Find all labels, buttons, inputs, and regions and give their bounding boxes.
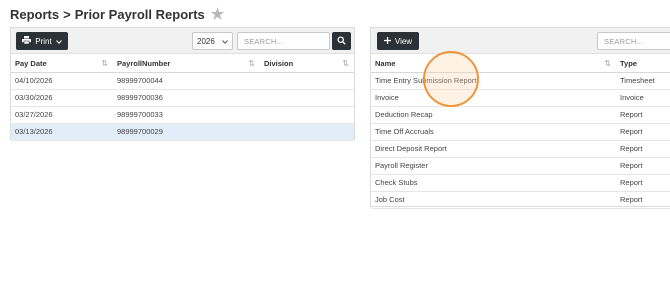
payroll-table-header: Pay Date ⇅ PayrollNumber ⇅ Division ⇅ [11,55,354,73]
report-search-placeholder: SEARCH... [604,36,644,46]
select-chevron-icon [222,37,228,46]
table-row[interactable]: Check Stubs Report [371,174,670,192]
table-row-selected[interactable]: 03/13/2026 98999700029 [11,123,354,141]
pay-date-cell: 03/30/2026 [11,89,113,107]
report-name-cell: Time Off Accruals [371,123,616,141]
report-type-cell: Report [616,191,670,209]
payroll-search-placeholder: SEARCH... [244,36,284,46]
table-row[interactable]: Invoice Invoice [371,89,670,107]
report-type-cell: Report [616,157,670,175]
report-type-cell: Report [616,123,670,141]
column-header-payroll-number[interactable]: PayrollNumber ⇅ [113,55,260,73]
report-name-cell: Payroll Register [371,157,616,175]
report-type-cell: Invoice [616,89,670,107]
column-label: Division [264,58,294,68]
pay-date-cell: 03/13/2026 [11,123,113,141]
report-name-cell: Direct Deposit Report [371,140,616,158]
sort-icon[interactable]: ⇅ [604,59,611,68]
column-header-division[interactable]: Division ⇅ [260,55,354,73]
column-label: Name [375,58,396,68]
report-list-panel: View SEARCH... Name ⇅ Type Time Entry Sub… [370,27,670,209]
pay-date-cell: 03/27/2026 [11,106,113,124]
table-row[interactable]: Time Entry Submission Report Timesheet [371,72,670,90]
division-cell [260,106,354,124]
report-name-cell: Invoice [371,89,616,107]
payroll-search-input[interactable]: SEARCH... [237,32,330,50]
report-type-cell: Report [616,174,670,192]
plus-icon [383,36,391,46]
report-type-cell: Timesheet [616,72,670,90]
column-header-type[interactable]: Type [616,55,670,73]
payroll-table: Pay Date ⇅ PayrollNumber ⇅ Division ⇅ 04/10… [11,55,354,141]
division-cell [260,89,354,107]
sort-icon[interactable]: ⇅ [342,59,349,68]
payroll-number-cell: 98999700033 [113,106,260,124]
table-row[interactable]: 03/27/2026 98999700033 [11,106,354,124]
year-select[interactable]: 2026 [192,32,233,50]
report-type-cell: Report [616,140,670,158]
print-button-label: Print [35,36,52,46]
table-row[interactable]: Direct Deposit Report Report [371,140,670,158]
report-type-cell: Report [616,106,670,124]
report-name-cell: Time Entry Submission Report [371,72,616,90]
table-row[interactable]: Deduction Recap Report [371,106,670,124]
breadcrumb-reports-link[interactable]: Reports [10,7,59,22]
table-row[interactable]: 04/10/2026 98999700044 [11,72,354,90]
report-toolbar: View SEARCH... [371,28,670,54]
chevron-down-icon [55,37,62,46]
column-label: Type [620,58,637,68]
report-name-cell: Check Stubs [371,174,616,192]
print-button[interactable]: Print [16,32,68,50]
report-name-cell: Deduction Recap [371,106,616,124]
report-table: Name ⇅ Type Time Entry Submission Report T… [371,55,670,209]
table-row[interactable]: Job Cost Report [371,191,670,209]
search-icon [337,32,346,50]
column-header-pay-date[interactable]: Pay Date ⇅ [11,55,113,73]
view-button[interactable]: View [377,32,419,50]
table-row[interactable]: Time Off Accruals Report [371,123,670,141]
page-title: Prior Payroll Reports [74,6,205,22]
column-header-name[interactable]: Name ⇅ [371,55,616,73]
payroll-number-cell: 98999700044 [113,72,260,90]
report-name-cell: Job Cost [371,191,616,209]
payroll-number-cell: 98999700029 [113,123,260,141]
table-row[interactable]: Payroll Register Report [371,157,670,175]
report-table-header: Name ⇅ Type [371,55,670,73]
printer-icon [22,36,32,46]
breadcrumb: Reports > Prior Payroll Reports ★ [10,6,224,22]
pay-date-cell: 04/10/2026 [11,72,113,90]
favorite-star-icon[interactable]: ★ [211,7,224,22]
division-cell [260,123,354,141]
year-select-value: 2026 [197,36,215,46]
report-search-input[interactable]: SEARCH... [597,32,670,50]
division-cell [260,72,354,90]
breadcrumb-separator: > [63,6,71,22]
sort-icon[interactable]: ⇅ [101,59,108,68]
view-button-label: View [394,36,413,46]
payroll-toolbar: Print 2026 SEARCH... [11,28,354,54]
column-label: Pay Date [15,58,47,68]
payroll-list-panel: Print 2026 SEARCH... Pay Date ⇅ PayrollNu… [10,27,355,141]
payroll-search-button[interactable] [332,32,351,50]
payroll-number-cell: 98999700036 [113,89,260,107]
table-row[interactable]: 03/30/2026 98999700036 [11,89,354,107]
column-label: PayrollNumber [117,58,171,68]
click-indicator [423,51,479,107]
sort-icon[interactable]: ⇅ [248,59,255,68]
